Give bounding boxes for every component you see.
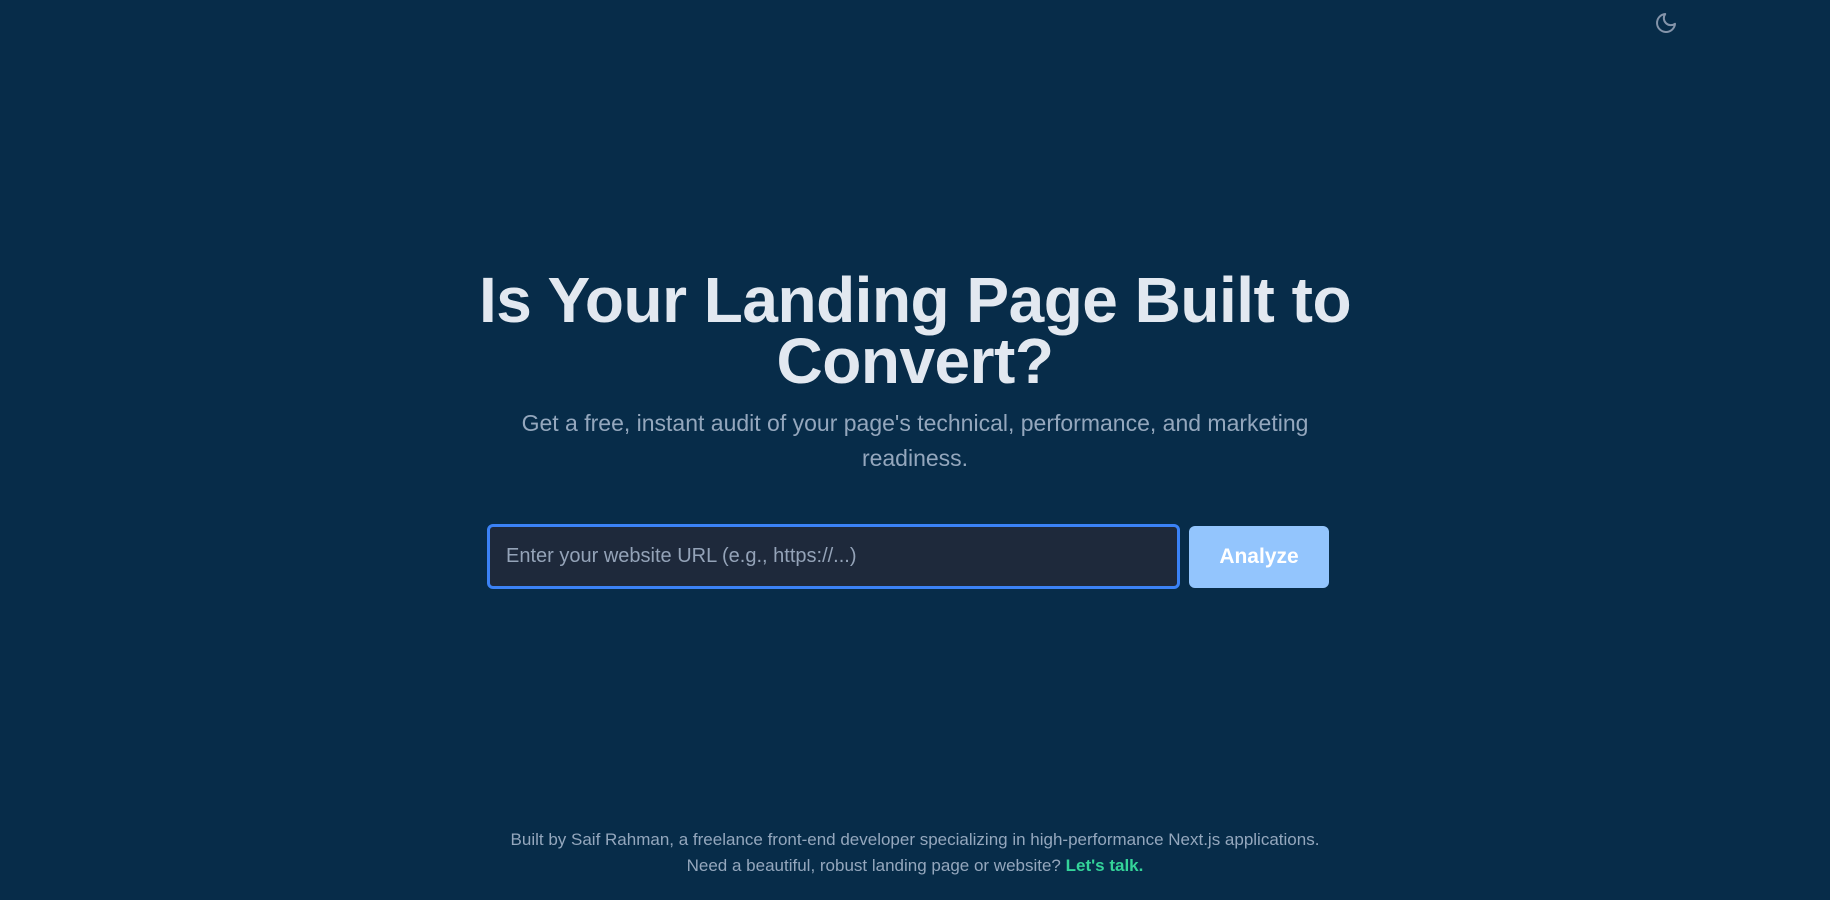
footer-credit: Built by Saif Rahman, a freelance front-… xyxy=(510,830,1320,849)
page: Is Your Landing Page Built to Convert? G… xyxy=(0,0,1830,900)
page-subtitle: Get a free, instant audit of your page's… xyxy=(521,410,1309,471)
footer-cta-text: Need a beautiful, robust landing page or… xyxy=(686,856,1061,875)
lets-talk-link[interactable]: Let's talk. xyxy=(1066,856,1144,875)
theme-toggle-button[interactable] xyxy=(1652,9,1680,37)
moon-icon xyxy=(1656,13,1676,33)
audit-form: Analyze xyxy=(487,524,1329,589)
url-input[interactable] xyxy=(487,524,1180,589)
analyze-button[interactable]: Analyze xyxy=(1189,525,1329,588)
footer-cta-line: Need a beautiful, robust landing page or… xyxy=(0,853,1830,879)
hero-section: Is Your Landing Page Built to Convert? G… xyxy=(0,264,1830,476)
page-title: Is Your Landing Page Built to Convert? xyxy=(478,264,1352,397)
footer: Built by Saif Rahman, a freelance front-… xyxy=(0,827,1830,879)
